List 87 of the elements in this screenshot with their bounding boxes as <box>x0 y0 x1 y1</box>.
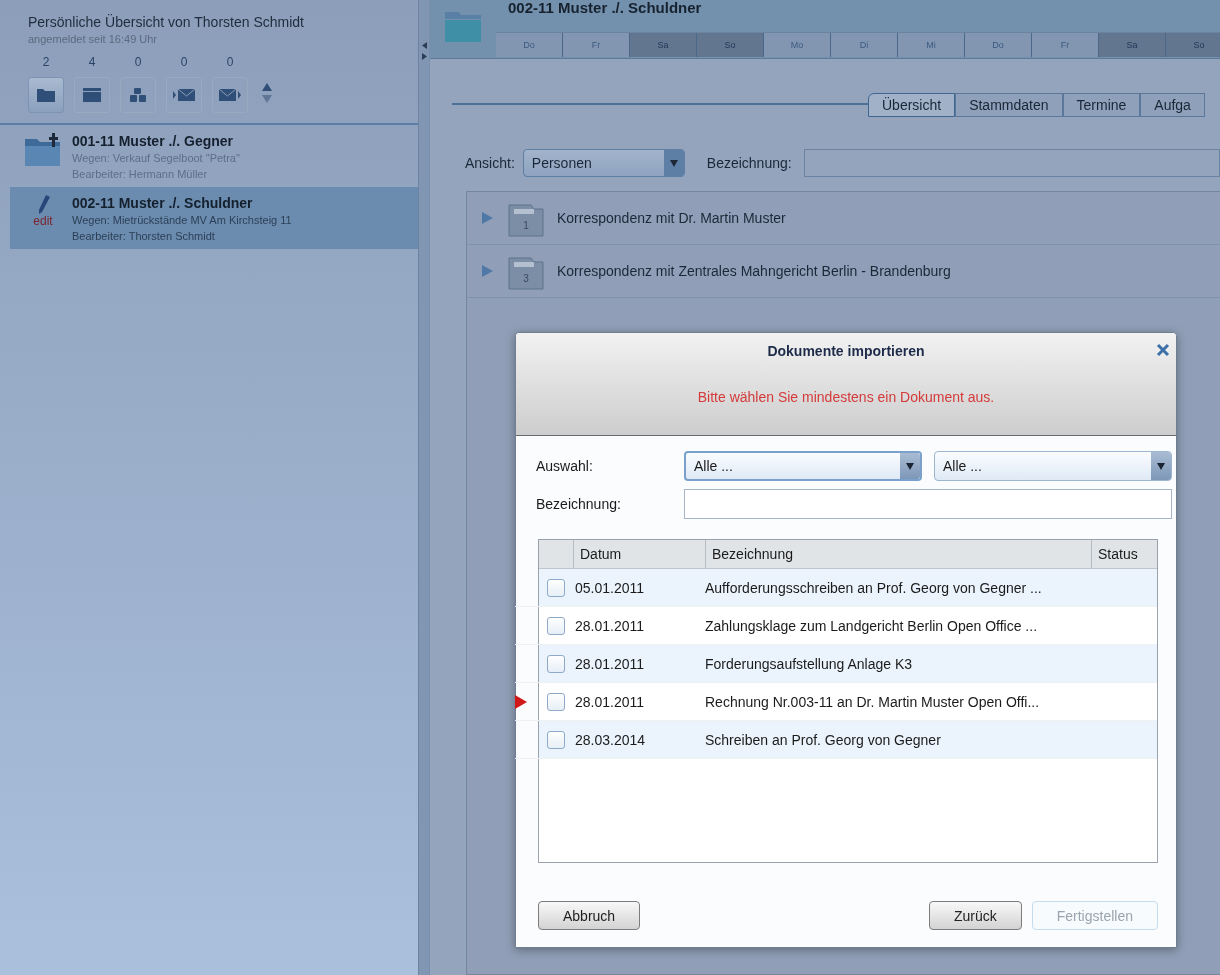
case-subject: Wegen: Mietrückstände MV Am Kirchsteig 11 <box>72 213 293 227</box>
name-field[interactable] <box>684 489 1172 519</box>
case-title: 002-11 Muster ./. Schuldner <box>507 0 703 18</box>
login-time: angemeldet seit 16:49 Uhr <box>28 33 159 45</box>
folder-number: 1 <box>522 220 530 231</box>
window-icon <box>83 88 101 102</box>
row-checkbox[interactable] <box>547 730 565 749</box>
count-label: 2 <box>42 55 50 69</box>
case-title: 001-11 Muster ./. Gegner <box>72 133 235 149</box>
expand-icon[interactable] <box>481 265 493 277</box>
count-label: 0 <box>180 55 188 69</box>
view-select[interactable]: Personen <box>522 149 685 177</box>
tab[interactable]: Übersicht <box>868 93 956 117</box>
case-item[interactable]: 001-11 Muster ./. Gegner Wegen: Verkauf Segelboot "Petra" Bearbeiter: Hermann Müller <box>0 125 418 187</box>
selection-select[interactable]: Alle ... <box>684 451 922 481</box>
row-checkbox[interactable] <box>547 654 565 673</box>
name-label: Bezeichnung: <box>536 496 622 512</box>
name-cell: Schreiben an Prof. Georg von Gegner <box>705 731 941 748</box>
selection-select[interactable]: Alle ... <box>934 451 1172 481</box>
column-header[interactable]: Bezeichnung <box>705 540 1091 568</box>
folder-plus-icon <box>24 133 62 167</box>
day-label: Mo <box>764 33 831 57</box>
toolbar-button[interactable] <box>28 77 64 113</box>
day-label: Do <box>965 33 1032 57</box>
selection-label: Auswahl: <box>536 458 594 474</box>
error-message: Bitte wählen Sie mindestens ein Dokument aus. <box>697 389 995 405</box>
toolbar-button[interactable] <box>212 77 248 113</box>
row-checkbox[interactable] <box>547 616 565 635</box>
name-cell: Rechnung Nr.003-11 an Dr. Martin Muster Open Offi... <box>705 693 1040 710</box>
count-label: 0 <box>226 55 234 69</box>
date-cell-text: 28.01.2011 <box>575 617 646 634</box>
boxes-icon <box>130 88 146 102</box>
day-label: Do <box>496 33 563 57</box>
row-checkbox[interactable] <box>547 578 565 597</box>
column-header[interactable]: Status <box>1091 540 1157 568</box>
toolbar-button[interactable] <box>74 77 110 113</box>
case-editor: Bearbeiter: Thorsten Schmidt <box>72 229 216 243</box>
collapse-left-icon[interactable] <box>421 42 427 49</box>
day-label: Mi <box>898 33 965 57</box>
expand-icon[interactable] <box>481 212 493 224</box>
dialog-button[interactable]: Zurück <box>928 901 1022 930</box>
day-label: Di <box>831 33 898 57</box>
case-item[interactable]: edit 002-11 Muster ./. Schuldner Wegen: Mietrückstände MV Am Kirchsteig 11 Bearbeiter: Thorsten Schmidt <box>10 187 418 249</box>
caret-icon <box>906 462 914 470</box>
date-cell-text: 05.01.2011 <box>575 579 646 596</box>
folder-number: 3 <box>522 273 530 284</box>
count-label: 0 <box>134 55 142 69</box>
row-checkbox[interactable] <box>547 692 565 711</box>
case-title: 002-11 Muster ./. Schuldner <box>72 195 254 211</box>
close-icon[interactable] <box>1156 343 1170 357</box>
scroll-up-icon[interactable] <box>262 83 272 91</box>
column-header[interactable]: Datum <box>573 540 705 568</box>
tab[interactable]: Stammdaten <box>955 93 1063 117</box>
tab[interactable]: Aufga <box>1140 93 1205 117</box>
name-cell: Zahlungsklage zum Landgericht Berlin Open Office ... <box>705 617 1038 634</box>
pointer-icon <box>515 695 527 709</box>
incoming-mail-icon <box>173 88 195 102</box>
tab[interactable]: Termine <box>1062 93 1141 117</box>
folder-icon <box>37 88 55 102</box>
name-field[interactable] <box>803 149 1220 177</box>
caret-icon <box>1157 462 1165 470</box>
date-cell-text: 28.01.2011 <box>575 655 646 672</box>
scroll-down-icon[interactable] <box>262 95 272 103</box>
folder-icon <box>508 203 544 237</box>
name-cell: Aufforderungsschreiben an Prof. Georg von Gegner ... <box>705 579 1042 596</box>
toolbar-button[interactable] <box>166 77 202 113</box>
tree-item-label[interactable]: Korrespondenz mit Dr. Martin Muster <box>557 210 786 226</box>
dialog-button[interactable]: Abbruch <box>538 901 641 930</box>
date-cell-text: 28.01.2011 <box>575 693 646 710</box>
dialog-title: Dokumente importieren <box>767 343 925 359</box>
name-label: Bezeichnung: <box>706 155 792 171</box>
folder-icon <box>508 256 544 290</box>
view-label: Ansicht: <box>465 155 515 171</box>
edit-label: edit <box>33 215 53 227</box>
expand-right-icon[interactable] <box>421 53 427 60</box>
pen-icon <box>36 195 50 215</box>
case-subject: Wegen: Verkauf Segelboot "Petra" <box>72 151 241 165</box>
count-label: 4 <box>88 55 96 69</box>
tree-item-label[interactable]: Korrespondenz mit Zentrales Mahngericht Berlin - Brandenburg <box>557 263 951 279</box>
overview-title: Persönliche Übersicht von Thorsten Schmidt <box>28 14 305 30</box>
case-editor: Bearbeiter: Hermann Müller <box>72 167 209 181</box>
name-cell: Forderungsaufstellung Anlage K3 <box>705 655 913 672</box>
caret-icon <box>669 159 678 167</box>
outgoing-mail-icon <box>219 88 241 102</box>
toolbar-button[interactable] <box>120 77 156 113</box>
date-cell-text: 28.03.2014 <box>575 731 647 748</box>
folder-icon <box>444 10 482 44</box>
